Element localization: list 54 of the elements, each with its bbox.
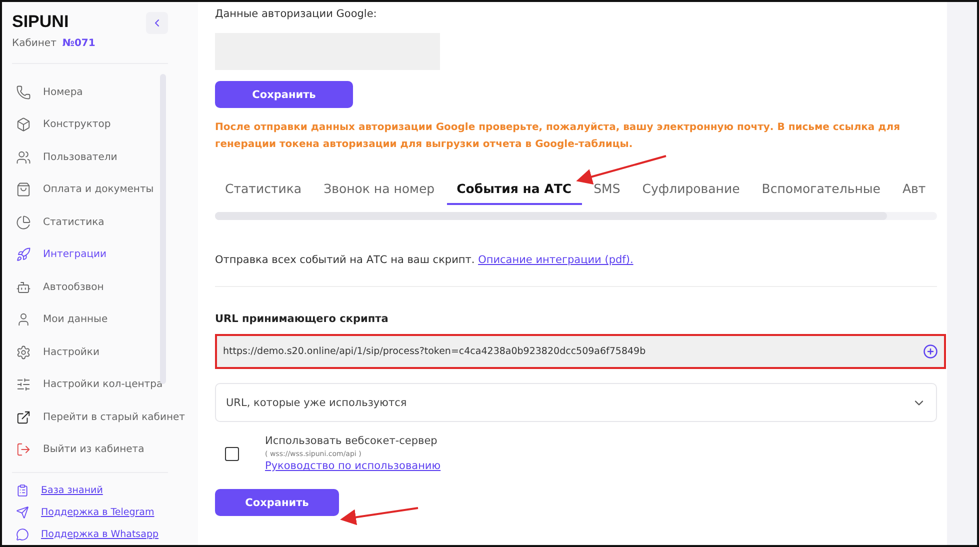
cabinet-label: Кабинет xyxy=(12,38,56,49)
sidebar-item[interactable]: Статистика xyxy=(12,206,198,238)
tab[interactable]: События на АТС xyxy=(446,177,582,205)
sidebar-item[interactable]: Перейти в старый кабинет xyxy=(12,401,198,434)
users-icon xyxy=(16,150,31,165)
settings-icon xyxy=(16,344,31,360)
logo: SIPUNI xyxy=(12,12,69,32)
sidebar-item[interactable]: Оплата и документы xyxy=(12,174,198,206)
cabinet-number: №071 xyxy=(62,38,96,49)
sidebar-item[interactable]: Номера xyxy=(12,76,198,108)
logout-icon xyxy=(16,442,31,458)
tab[interactable]: Авт xyxy=(892,177,936,205)
sidebar-item[interactable]: Настройки xyxy=(12,336,198,368)
google-auth-label: Данные авторизации Google: xyxy=(215,8,378,20)
user-icon xyxy=(16,312,31,328)
tab[interactable]: Вспомогательные xyxy=(752,177,890,205)
tab[interactable]: SMS xyxy=(584,177,630,205)
save-button[interactable]: Сохранить xyxy=(215,489,339,516)
sidebar-item[interactable]: Мои данные xyxy=(12,304,198,336)
bag-icon xyxy=(16,182,31,198)
sidebar-item[interactable]: Конструктор xyxy=(12,108,198,141)
collapse-button[interactable] xyxy=(146,12,168,34)
sidebar-item[interactable]: Пользователи xyxy=(12,141,198,174)
chat-bubble-icon xyxy=(16,528,29,540)
paper-plane-icon xyxy=(16,506,29,518)
tab[interactable]: Звонок на номер xyxy=(314,177,445,205)
websocket-checkbox[interactable] xyxy=(225,446,239,460)
rocket-icon xyxy=(16,247,31,262)
add-icon[interactable] xyxy=(923,344,938,359)
description-text: Отправка всех событий на АТС на ваш скрипт. Описание интеграции (pdf). xyxy=(215,254,634,266)
url-label: URL принимающего скрипта xyxy=(215,313,390,325)
pie-chart-icon xyxy=(16,214,31,230)
support-link[interactable]: Поддержка в Telegram xyxy=(41,506,154,518)
support-link[interactable]: База знаний xyxy=(41,484,103,496)
cube-icon xyxy=(16,117,31,132)
clipboard-icon xyxy=(16,484,29,496)
save-button[interactable]: Сохранить xyxy=(215,81,353,108)
tab[interactable]: Суфлирование xyxy=(632,177,750,205)
url-field[interactable]: https://demo.s20.online/api/1/sip/process?token=c4ca4238a0b923820dcc509a6f75849b xyxy=(215,334,946,369)
sidebar-item[interactable]: Выйти из кабинета xyxy=(12,434,198,466)
sidebar-item[interactable]: Автообзвон xyxy=(12,271,198,304)
sidebar-item[interactable]: Интеграции xyxy=(12,238,198,271)
used-urls-dropdown[interactable]: URL, которые уже используются xyxy=(215,383,937,422)
robot-face-icon xyxy=(16,280,31,295)
notice-text: После отправки данных авторизации Google проверьте, пожалуйста, вашу электронную почту. В письме ссылка для генерации токена авторизации для выгрузки отчета в Google-таблицы. xyxy=(215,121,901,152)
websocket-label: Использовать вебсокет-сервер xyxy=(265,435,438,447)
phone-icon xyxy=(16,84,31,100)
support-link[interactable]: Поддержка в Whatsapp xyxy=(41,528,159,540)
sidebar-item[interactable]: Настройки кол-центра xyxy=(12,368,198,401)
integration-link[interactable]: Описание интеграции (pdf). xyxy=(478,254,634,266)
guide-link[interactable]: Руководство по использованию xyxy=(265,460,441,472)
tab[interactable]: Статистика xyxy=(215,177,312,205)
sliders-icon xyxy=(16,377,31,392)
external-link-icon xyxy=(16,410,31,425)
